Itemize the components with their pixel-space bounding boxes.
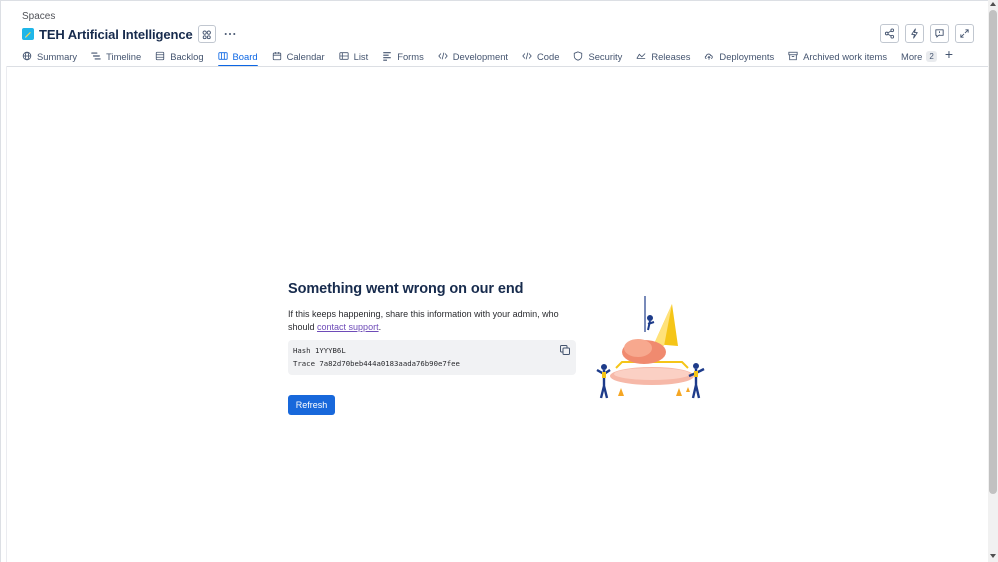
tab-label: More xyxy=(901,50,923,62)
scroll-down-arrow-icon[interactable] xyxy=(990,554,996,558)
trace-line: Trace 7a82d70beb444a0183aada76b90e7fee xyxy=(293,358,460,368)
tab-label: Calendar xyxy=(286,50,325,62)
error-heading: Something went wrong on our end xyxy=(288,281,524,297)
tab-security[interactable]: Security xyxy=(573,48,622,64)
archive-icon xyxy=(788,51,798,61)
tab-archived-work-items[interactable]: Archived work items xyxy=(788,48,887,64)
tab-label: Board xyxy=(232,50,258,62)
timeline-icon xyxy=(91,52,101,60)
development-icon xyxy=(438,52,448,60)
broken-illustration xyxy=(596,296,705,399)
error-panel: Something went wrong on our end If this … xyxy=(288,281,578,415)
refresh-button[interactable]: Refresh xyxy=(288,395,335,415)
expand-icon xyxy=(960,29,969,38)
tab-deployments[interactable]: Deployments xyxy=(704,48,774,64)
scrollbar-thumb[interactable] xyxy=(989,10,997,494)
feedback-icon xyxy=(935,29,944,38)
tab-label: Releases xyxy=(651,50,691,62)
copy-icon[interactable] xyxy=(559,344,571,356)
tab-development[interactable]: Development xyxy=(438,48,508,64)
breadcrumb[interactable]: Spaces xyxy=(22,11,55,22)
header-actions xyxy=(880,24,974,43)
automation-button[interactable] xyxy=(905,24,924,43)
shield-icon xyxy=(574,51,583,61)
scroll-up-arrow-icon[interactable] xyxy=(990,2,996,6)
tab-timeline[interactable]: Timeline xyxy=(91,48,141,64)
tab-label: Forms xyxy=(397,50,424,62)
tab-board[interactable]: Board xyxy=(217,48,258,67)
tab-summary[interactable]: Summary xyxy=(22,48,77,64)
tab-label: Archived work items xyxy=(803,50,888,62)
board-icon xyxy=(217,52,228,60)
more-count-badge: 2 xyxy=(926,50,937,62)
tab-label: Summary xyxy=(37,50,78,62)
list-icon xyxy=(339,52,349,60)
project-title[interactable]: TEH Artificial Intelligence xyxy=(39,27,193,42)
calendar-icon xyxy=(272,52,281,61)
tab-label: Code xyxy=(537,50,560,62)
code-icon xyxy=(522,52,532,60)
project-header: TEH Artificial Intelligence xyxy=(22,25,238,43)
error-message: If this keeps happening, share this info… xyxy=(288,308,578,333)
globe-icon xyxy=(22,51,32,61)
project-tabs: Summary Timeline Backlog Board Calendar … xyxy=(22,47,953,67)
hash-line: Hash 1YYYB6L xyxy=(293,346,346,355)
error-message-end: . xyxy=(378,321,382,332)
tab-releases[interactable]: Releases xyxy=(636,48,690,64)
lightning-icon xyxy=(911,28,918,39)
backlog-icon xyxy=(156,51,165,61)
tab-backlog[interactable]: Backlog xyxy=(155,48,204,64)
fullscreen-button[interactable] xyxy=(955,24,974,43)
ellipsis-icon xyxy=(224,32,235,36)
tab-code[interactable]: Code xyxy=(522,48,559,64)
project-avatar-icon[interactable] xyxy=(22,28,34,40)
vertical-scrollbar[interactable] xyxy=(988,0,998,562)
tab-list[interactable]: List xyxy=(339,48,369,64)
error-details-box: Hash 1YYYB6L Trace 7a82d70beb444a0183aad… xyxy=(288,340,576,375)
tab-label: Backlog xyxy=(170,50,204,62)
tab-label: Security xyxy=(588,50,623,62)
people-icon xyxy=(202,30,211,39)
team-members-button[interactable] xyxy=(197,25,216,43)
more-actions-button[interactable] xyxy=(222,26,238,42)
tab-calendar[interactable]: Calendar xyxy=(272,48,325,64)
releases-icon xyxy=(636,53,646,59)
contact-support-link[interactable]: contact support xyxy=(317,322,379,332)
tab-label: Development xyxy=(452,50,509,62)
feedback-button[interactable] xyxy=(930,24,949,43)
tab-label: List xyxy=(353,50,369,62)
add-tab-button[interactable]: + xyxy=(945,47,953,61)
tab-label: Deployments xyxy=(719,50,775,62)
sidebar-divider xyxy=(6,66,7,562)
tab-label: Timeline xyxy=(106,50,142,62)
deployments-icon xyxy=(705,53,714,60)
share-icon xyxy=(884,28,895,39)
share-button[interactable] xyxy=(880,24,899,43)
forms-icon xyxy=(383,52,391,61)
tab-forms[interactable]: Forms xyxy=(382,48,424,64)
tabs-divider xyxy=(7,66,988,67)
tab-more[interactable]: More 2 xyxy=(901,48,937,64)
